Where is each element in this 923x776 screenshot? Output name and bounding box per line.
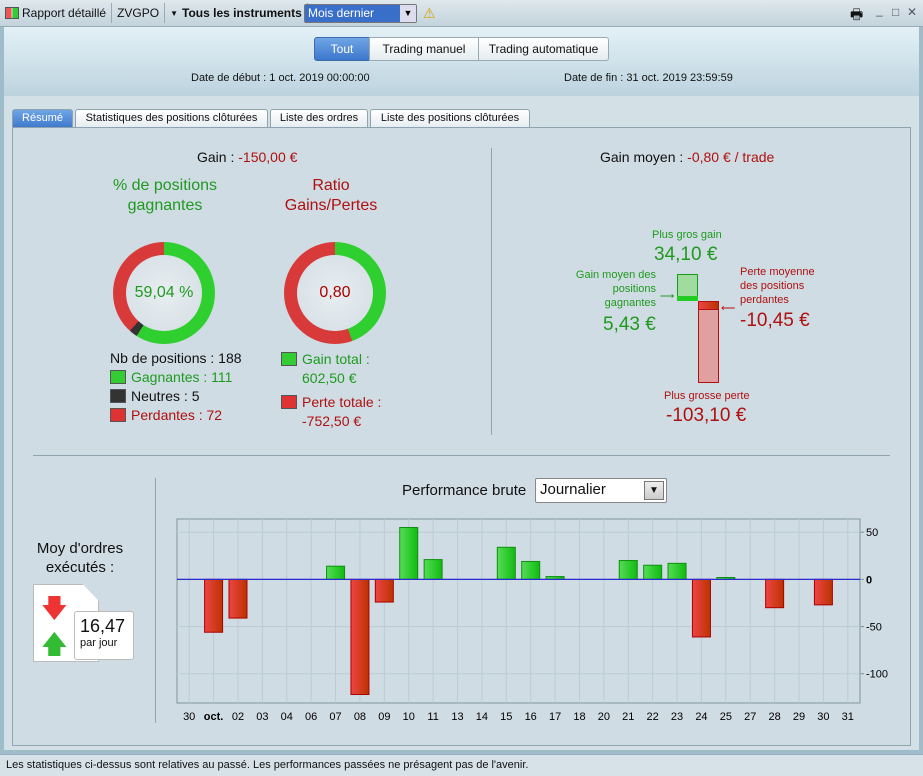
y-tick-label: 0 (866, 574, 872, 586)
x-tick-label: 14 (476, 711, 488, 723)
x-tick-label: 02 (232, 711, 244, 723)
status-bar: Les statistiques ci-dessus sont relative… (0, 754, 923, 776)
bar (326, 565, 346, 580)
x-tick-label: 15 (500, 711, 512, 723)
y-tick-label: 50 (866, 527, 878, 539)
bar (643, 564, 663, 580)
x-tick-label: 18 (573, 711, 585, 723)
x-tick-label: 16 (525, 711, 537, 723)
x-tick-label: 11 (427, 711, 438, 723)
bar (204, 578, 224, 633)
x-tick-label: 13 (451, 711, 463, 723)
x-tick-label: 09 (378, 711, 390, 723)
x-tick-label: 21 (622, 711, 634, 723)
bar (423, 559, 443, 580)
x-tick-label: 28 (769, 711, 781, 723)
x-tick-label: 30 (183, 711, 195, 723)
performance-chart: 30 oct. 02 03 04 06 07 08 09 10 11 13 14 15 16 17 18 20 21… (176, 518, 888, 723)
x-tick-label: 23 (671, 711, 683, 723)
plot-area (176, 518, 861, 704)
y-tick-label: -100 (866, 669, 888, 681)
x-tick-label: 03 (256, 711, 268, 723)
bar (765, 578, 785, 609)
x-tick-label: 24 (695, 711, 707, 723)
bar (618, 560, 638, 580)
x-tick-label: 31 (842, 711, 854, 723)
x-tick-label: 10 (403, 711, 415, 723)
x-tick-label: 08 (354, 711, 366, 723)
bar (228, 578, 248, 619)
x-tick-label: 07 (329, 711, 341, 723)
x-tick-label: 04 (281, 711, 293, 723)
bar (691, 578, 711, 638)
y-tick-label: -50 (866, 622, 882, 634)
bar (813, 578, 833, 606)
bar (350, 578, 370, 696)
bar (374, 578, 394, 603)
x-tick-label: 20 (598, 711, 610, 723)
x-tick-label: 27 (744, 711, 756, 723)
bar (496, 546, 516, 580)
x-tick-label: 30 (817, 711, 829, 723)
bar (667, 562, 687, 580)
x-tick-label: oct. (204, 711, 224, 723)
x-tick-label: 17 (549, 711, 561, 723)
x-tick-label: 29 (793, 711, 805, 723)
bar (399, 526, 419, 580)
bar (521, 560, 541, 580)
x-tick-label: 06 (305, 711, 317, 723)
x-tick-label: 22 (647, 711, 659, 723)
x-tick-label: 25 (720, 711, 732, 723)
